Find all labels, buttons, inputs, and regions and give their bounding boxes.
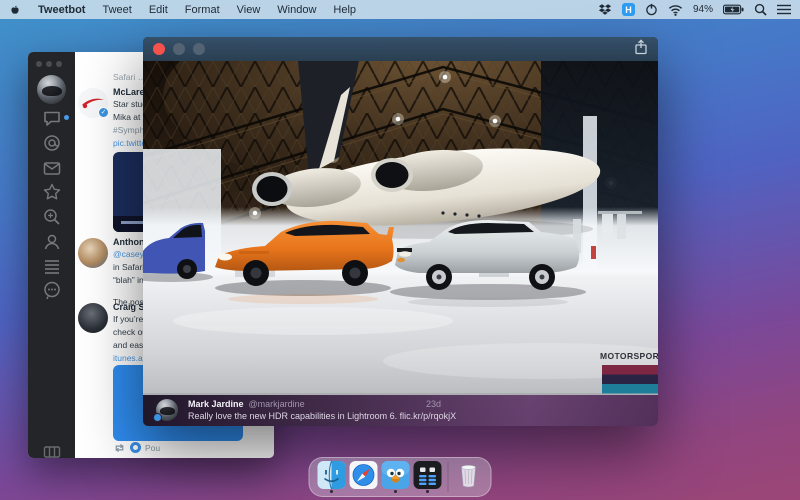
zoom-button[interactable]	[193, 43, 205, 55]
h-app-menu-icon[interactable]: H	[622, 3, 635, 16]
caption-author-name: Mark Jardine	[188, 399, 244, 409]
dock-separator	[448, 462, 449, 492]
menu-bar: Tweetbot Tweet Edit Format View Window H…	[0, 0, 800, 19]
apple-menu-icon[interactable]	[9, 3, 21, 17]
desktop: Tweetbot Tweet Edit Format View Window H…	[0, 0, 800, 500]
caption-author-handle: @markjardine	[249, 399, 305, 409]
tweet-caption-bar: Mark Jardine @markjardine 23d Really lov…	[143, 395, 658, 426]
account-avatar[interactable]	[37, 75, 66, 104]
running-indicator	[330, 490, 333, 493]
retweeter-name[interactable]: Pou	[145, 443, 160, 453]
menu-view[interactable]: View	[237, 4, 261, 16]
mentions-tab-icon[interactable]	[42, 133, 62, 153]
dock-trash-icon[interactable]	[455, 461, 483, 493]
tweet-avatar-craig[interactable]	[78, 303, 108, 333]
dock-finder-icon[interactable]	[318, 461, 346, 493]
menu-edit[interactable]: Edit	[149, 4, 168, 16]
messages-tab-icon[interactable]	[42, 158, 62, 178]
minimize-button[interactable]	[173, 43, 185, 55]
photo-hangar-cars: MOTORSPORT. Mark Jardine @markjardine 23…	[143, 61, 658, 426]
tweet-avatar-mclaren[interactable]: ✓	[78, 88, 108, 118]
menu-tweet[interactable]: Tweet	[102, 4, 131, 16]
verified-badge: ✓	[98, 107, 109, 118]
dock-grid-app-icon[interactable]	[414, 461, 442, 493]
dock-safari-icon[interactable]	[350, 461, 378, 493]
viewer-titlebar[interactable]	[143, 37, 658, 61]
column-view-icon[interactable]	[42, 442, 62, 458]
caption-tweet-text: Really love the new HDR capabilities in …	[188, 411, 456, 421]
close-button[interactable]	[153, 43, 165, 55]
dock-tweetbot-icon[interactable]	[382, 461, 410, 493]
image-viewer-window: MOTORSPORT. Mark Jardine @markjardine 23…	[143, 37, 658, 426]
svg-text:MOTORSPORT.: MOTORSPORT.	[600, 351, 658, 361]
share-icon[interactable]	[634, 39, 648, 60]
power-status-icon[interactable]	[645, 3, 658, 16]
tweetbot-sidebar	[28, 52, 75, 458]
search-tab-icon[interactable]	[42, 207, 62, 227]
retweeter-avatar[interactable]	[130, 442, 141, 453]
caption-timestamp: 23d	[426, 399, 441, 409]
running-indicator	[394, 490, 397, 493]
spotlight-icon[interactable]	[754, 3, 767, 16]
notification-center-icon[interactable]	[777, 4, 791, 15]
unread-indicator	[64, 115, 69, 120]
menu-window[interactable]: Window	[277, 4, 316, 16]
wifi-icon[interactable]	[668, 4, 683, 16]
battery-percent: 94%	[693, 4, 713, 15]
battery-icon[interactable]	[723, 4, 744, 15]
mute-tab-icon[interactable]	[42, 280, 62, 300]
dropbox-icon[interactable]	[598, 3, 612, 16]
timeline-tab-icon[interactable]	[42, 108, 62, 128]
favorites-tab-icon[interactable]	[42, 182, 62, 202]
menu-format[interactable]: Format	[185, 4, 220, 16]
tweet-avatar-anthony[interactable]	[78, 238, 108, 268]
profile-tab-icon[interactable]	[42, 232, 62, 252]
retweet-icon[interactable]	[113, 443, 126, 453]
motorsport-watermark: MOTORSPORT.	[600, 351, 658, 394]
caption-avatar-badge	[153, 413, 162, 422]
lists-tab-icon[interactable]	[42, 256, 62, 276]
tweet-actions-row: Pou	[113, 442, 160, 453]
tweetbot-window-controls[interactable]	[36, 61, 62, 67]
dock	[309, 457, 492, 497]
partial-tweet-text[interactable]: Safari …	[113, 72, 146, 82]
menu-help[interactable]: Help	[333, 4, 356, 16]
menu-app-name[interactable]: Tweetbot	[38, 4, 85, 16]
running-indicator	[426, 490, 429, 493]
